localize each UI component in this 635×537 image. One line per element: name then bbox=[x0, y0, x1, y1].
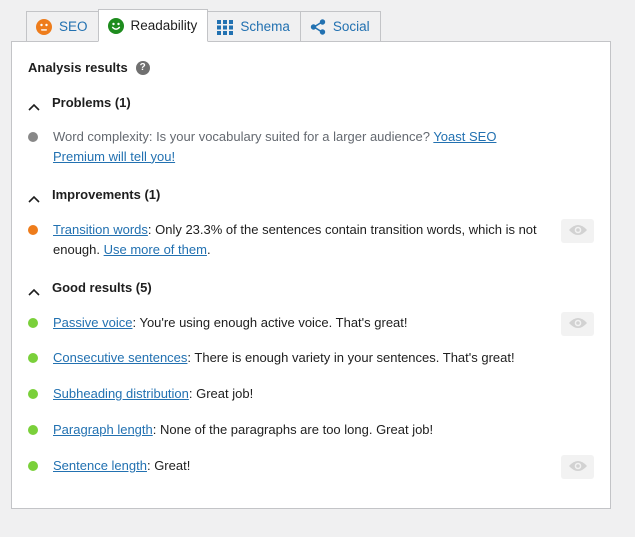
chevron-up-icon bbox=[28, 284, 40, 296]
tab-seo-label: SEO bbox=[59, 19, 88, 34]
good-results-toggle[interactable]: Good results (5) bbox=[28, 280, 152, 296]
eye-icon bbox=[568, 459, 588, 476]
improvement-result-text: Transition words: Only 23.3% of the sent… bbox=[53, 220, 548, 259]
good-result: Paragraph length: None of the paragraphs… bbox=[28, 420, 548, 440]
eye-icon bbox=[568, 316, 588, 333]
tab-readability[interactable]: Readability bbox=[97, 9, 209, 42]
readability-panel: Analysis results ? Problems (1) Word com… bbox=[11, 41, 611, 509]
good-result-text: Sentence length: Great! bbox=[53, 456, 548, 476]
passive-voice-link[interactable]: Passive voice bbox=[53, 315, 132, 330]
tab-social[interactable]: Social bbox=[299, 11, 381, 42]
analysis-results-heading: Analysis results ? bbox=[28, 60, 150, 75]
improvements-label: Improvements (1) bbox=[52, 187, 161, 202]
chevron-up-icon bbox=[28, 191, 40, 203]
good-bullet-icon bbox=[28, 425, 38, 435]
improvement-suffix: . bbox=[206, 241, 211, 257]
subheading-distribution-text: : Great job! bbox=[188, 386, 254, 401]
help-icon[interactable]: ? bbox=[135, 60, 150, 75]
grid-icon bbox=[217, 19, 234, 35]
neutral-face-icon bbox=[36, 18, 52, 35]
passive-voice-text: : You're using enough active voice. That… bbox=[132, 315, 408, 330]
tab-seo[interactable]: SEO bbox=[26, 11, 99, 42]
good-bullet-icon bbox=[28, 461, 38, 471]
good-bullet-icon bbox=[28, 353, 38, 363]
use-more-link[interactable]: Use more of them bbox=[104, 242, 207, 257]
eye-button-transition[interactable] bbox=[561, 219, 594, 243]
problem-result-text: Word complexity: Is your vocabulary suit… bbox=[53, 127, 548, 166]
eye-icon bbox=[568, 223, 588, 240]
transition-words-link[interactable]: Transition words bbox=[53, 222, 148, 237]
eye-button-passive[interactable] bbox=[561, 312, 594, 336]
good-result: Consecutive sentences: There is enough v… bbox=[28, 348, 548, 368]
metabox-tabs: SEO Readability Schema Social bbox=[26, 9, 381, 42]
tab-schema-label: Schema bbox=[240, 19, 290, 34]
tab-schema[interactable]: Schema bbox=[207, 11, 301, 42]
chevron-up-icon bbox=[28, 99, 40, 111]
good-result: Passive voice: You're using enough activ… bbox=[28, 313, 548, 333]
good-result: Subheading distribution: Great job! bbox=[28, 384, 548, 404]
consecutive-sentences-link[interactable]: Consecutive sentences bbox=[53, 350, 187, 365]
improvement-bullet-icon bbox=[28, 225, 38, 235]
eye-button-sentence-length[interactable] bbox=[561, 455, 594, 479]
good-result: Sentence length: Great! bbox=[28, 456, 548, 476]
good-result-text: Consecutive sentences: There is enough v… bbox=[53, 348, 548, 368]
consecutive-sentences-text: : There is enough variety in your senten… bbox=[187, 350, 515, 365]
good-result-text: Paragraph length: None of the paragraphs… bbox=[53, 420, 548, 440]
problem-bullet-icon bbox=[28, 132, 38, 142]
problem-result: Word complexity: Is your vocabulary suit… bbox=[28, 127, 548, 166]
good-result-text: Subheading distribution: Great job! bbox=[53, 384, 548, 404]
good-bullet-icon bbox=[28, 318, 38, 328]
paragraph-length-text: : None of the paragraphs are too long. G… bbox=[152, 422, 434, 437]
improvements-toggle[interactable]: Improvements (1) bbox=[28, 187, 161, 203]
problems-label: Problems (1) bbox=[52, 95, 131, 110]
analysis-results-title: Analysis results bbox=[28, 60, 128, 75]
improvement-result: Transition words: Only 23.3% of the sent… bbox=[28, 220, 548, 259]
sentence-length-text: : Great! bbox=[146, 458, 191, 473]
good-results-label: Good results (5) bbox=[52, 280, 152, 295]
subheading-distribution-link[interactable]: Subheading distribution bbox=[53, 386, 189, 401]
problems-toggle[interactable]: Problems (1) bbox=[28, 95, 131, 111]
share-icon bbox=[310, 18, 326, 35]
good-result-text: Passive voice: You're using enough activ… bbox=[53, 313, 548, 333]
tab-readability-label: Readability bbox=[130, 18, 198, 33]
paragraph-length-link[interactable]: Paragraph length bbox=[53, 422, 153, 437]
sentence-length-link[interactable]: Sentence length bbox=[53, 458, 147, 473]
tab-social-label: Social bbox=[332, 19, 370, 34]
smiley-face-icon bbox=[107, 17, 124, 34]
good-bullet-icon bbox=[28, 389, 38, 399]
problem-text: Word complexity: Is your vocabulary suit… bbox=[53, 129, 434, 144]
